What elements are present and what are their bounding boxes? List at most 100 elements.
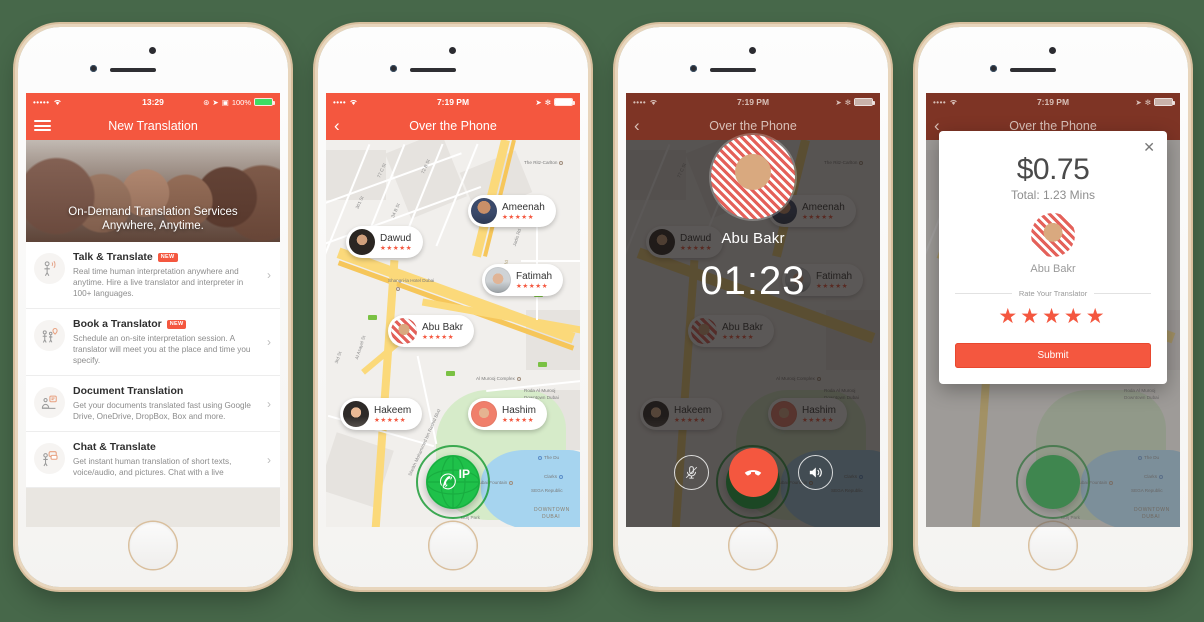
list-item-title: Talk & Translate (73, 251, 153, 263)
phone-screen-home: ••••• 13:29 ⊛ ➤ ▣ 100% New Translation O… (26, 93, 280, 527)
proximity-sensor-icon (1049, 47, 1056, 54)
submit-button[interactable]: Submit (955, 343, 1151, 368)
voip-call-button[interactable]: ✆ IP (416, 445, 490, 519)
new-badge: NEW (166, 319, 187, 329)
rate-label-row: Rate Your Translator (955, 289, 1152, 298)
list-item-title-wrap: Document Translation (73, 385, 256, 397)
rating-stars: ★★★★★ (374, 416, 407, 424)
voip-label: IP (458, 467, 470, 481)
receipt-modal: ✕ $0.75 Total: 1.23 Mins Abu Bakr Rate Y… (939, 131, 1167, 384)
menu-button[interactable] (34, 111, 51, 140)
end-call-button[interactable] (728, 448, 778, 497)
rating-stars: ★★★★★ (380, 244, 413, 252)
home-button[interactable] (129, 522, 177, 569)
mute-button[interactable] (673, 455, 709, 490)
person-speaking-icon (34, 253, 65, 284)
people-pin-icon (34, 320, 65, 351)
call-controls (626, 448, 880, 497)
list-item-body: Document Translation Get your documents … (73, 385, 256, 422)
map-canvas[interactable]: 77 C St 72 B St 301 St 34 B St Jadis Rd … (326, 140, 580, 527)
front-camera-icon (390, 65, 397, 72)
hero-line-1: On-Demand Translation Services (68, 206, 238, 218)
status-bar: •••• 7:19 PM ➤ ✻ (926, 93, 1180, 111)
list-item-document-translation[interactable]: Document Translation Get your documents … (26, 376, 280, 432)
translator-name: Ameenah (502, 201, 545, 213)
call-timer: 01:23 (700, 259, 806, 303)
list-item-description: Real time human interpretation anywhere … (73, 267, 244, 298)
call-button-circle (1026, 455, 1080, 509)
page-title: New Translation (108, 118, 198, 133)
translator-pill-abu-bakr[interactable]: Abu Bakr ★★★★★ (388, 315, 475, 347)
active-call-overlay: Abu Bakr 01:23 (626, 93, 880, 527)
phone-screen-receipt: •••• 7:19 PM ➤ ✻ ‹ Over the Phone Roda A… (926, 93, 1180, 527)
chevron-right-icon: › (267, 268, 271, 282)
translator-avatar (1031, 213, 1075, 257)
list-item-title: Document Translation (73, 385, 184, 397)
list-item-title: Book a Translator (73, 318, 162, 330)
chat-bubble-icon (34, 443, 65, 474)
home-button[interactable] (729, 522, 777, 569)
hamburger-icon (34, 118, 51, 134)
speaker-icon (809, 467, 822, 478)
translator-pill-hakeem[interactable]: Hakeem ★★★★★ (340, 398, 423, 430)
translator-pill-fatimah[interactable]: Fatimah ★★★★★ (482, 264, 564, 296)
translator-name: Abu Bakr (422, 321, 464, 333)
proximity-sensor-icon (449, 47, 456, 54)
back-button[interactable]: ‹ (334, 111, 340, 140)
home-button[interactable] (1029, 522, 1077, 569)
list-item-title-wrap: Chat & Translate (73, 441, 256, 453)
call-duration-total: Total: 1.23 Mins (1010, 188, 1096, 202)
front-camera-icon (90, 65, 97, 72)
battery-icon (254, 98, 275, 106)
speaker-button[interactable] (797, 455, 833, 490)
phone-top-bezel (918, 27, 1188, 93)
rating-stars: ★★★★★ (502, 416, 535, 424)
translator-name: Dawud (380, 232, 412, 244)
call-price: $0.75 (1016, 153, 1090, 186)
translator-pill-dawud[interactable]: Dawud ★★★★★ (346, 226, 424, 258)
list-item-book-translator[interactable]: Book a Translator NEW Schedule an on-sit… (26, 309, 280, 376)
avatar (485, 267, 511, 293)
close-icon[interactable]: ✕ (1143, 140, 1155, 154)
list-item-description: Get instant human translation of short t… (73, 457, 232, 477)
list-item-description: Schedule an on-site interpretation sessi… (73, 334, 251, 365)
screenshot-stage: ••••• 13:29 ⊛ ➤ ▣ 100% New Translation O… (0, 0, 1204, 622)
call-button-circle: ✆ IP (426, 455, 480, 509)
list-item-chat-translate[interactable]: Chat & Translate Get instant human trans… (26, 432, 280, 488)
translator-info: Fatimah ★★★★★ (516, 271, 552, 290)
avatar (391, 318, 417, 344)
phone-top-bezel (618, 27, 888, 93)
translator-pill-ameenah[interactable]: Ameenah ★★★★★ (468, 195, 556, 227)
service-list: Talk & Translate NEW Real time human int… (26, 242, 280, 488)
hero-line-2: Anywhere, Anytime. (102, 220, 204, 232)
rating-stars: ★★★★★ (422, 333, 455, 341)
translator-info: Hashim ★★★★★ (502, 405, 536, 424)
phone-screen-in-call: •••• 7:19 PM ➤ ✻ ‹ Over the Phone 77 C S… (626, 93, 880, 527)
status-bar: •••• 7:19 PM ➤ ✻ (326, 93, 580, 111)
translator-name: Hakeem (374, 404, 412, 416)
translator-pill-hashim[interactable]: Hashim ★★★★★ (468, 398, 547, 430)
list-item-title-wrap: Talk & Translate NEW (73, 251, 256, 263)
front-camera-icon (990, 65, 997, 72)
phone-device-in-call: •••• 7:19 PM ➤ ✻ ‹ Over the Phone 77 C S… (618, 27, 888, 587)
translator-info: Hakeem ★★★★★ (374, 405, 411, 424)
list-item-body: Book a Translator NEW Schedule an on-sit… (73, 318, 256, 366)
status-bar-time: 7:19 PM (436, 97, 470, 107)
page-title: Over the Phone (409, 118, 497, 133)
rating-star-input[interactable]: ★★★★★ (955, 304, 1151, 329)
back-chevron-icon: ‹ (934, 116, 940, 135)
call-button-ring (1016, 445, 1090, 519)
rate-label: Rate Your Translator (1018, 289, 1088, 298)
battery-icon (1154, 98, 1175, 106)
front-camera-icon (690, 65, 697, 72)
avatar (471, 198, 497, 224)
proximity-sensor-icon (149, 47, 156, 54)
translator-info: Abu Bakr ★★★★★ (422, 322, 463, 341)
home-button[interactable] (429, 522, 477, 569)
list-item-talk-translate[interactable]: Talk & Translate NEW Real time human int… (26, 242, 280, 309)
phone-device-map: •••• 7:19 PM ➤ ✻ ‹ Over the Phone 77 C S… (318, 27, 588, 587)
nav-bar-home: New Translation (26, 111, 280, 140)
caller-avatar (711, 135, 795, 219)
phone-top-bezel (18, 27, 288, 93)
list-item-description: Get your documents translated fast using… (73, 401, 251, 421)
